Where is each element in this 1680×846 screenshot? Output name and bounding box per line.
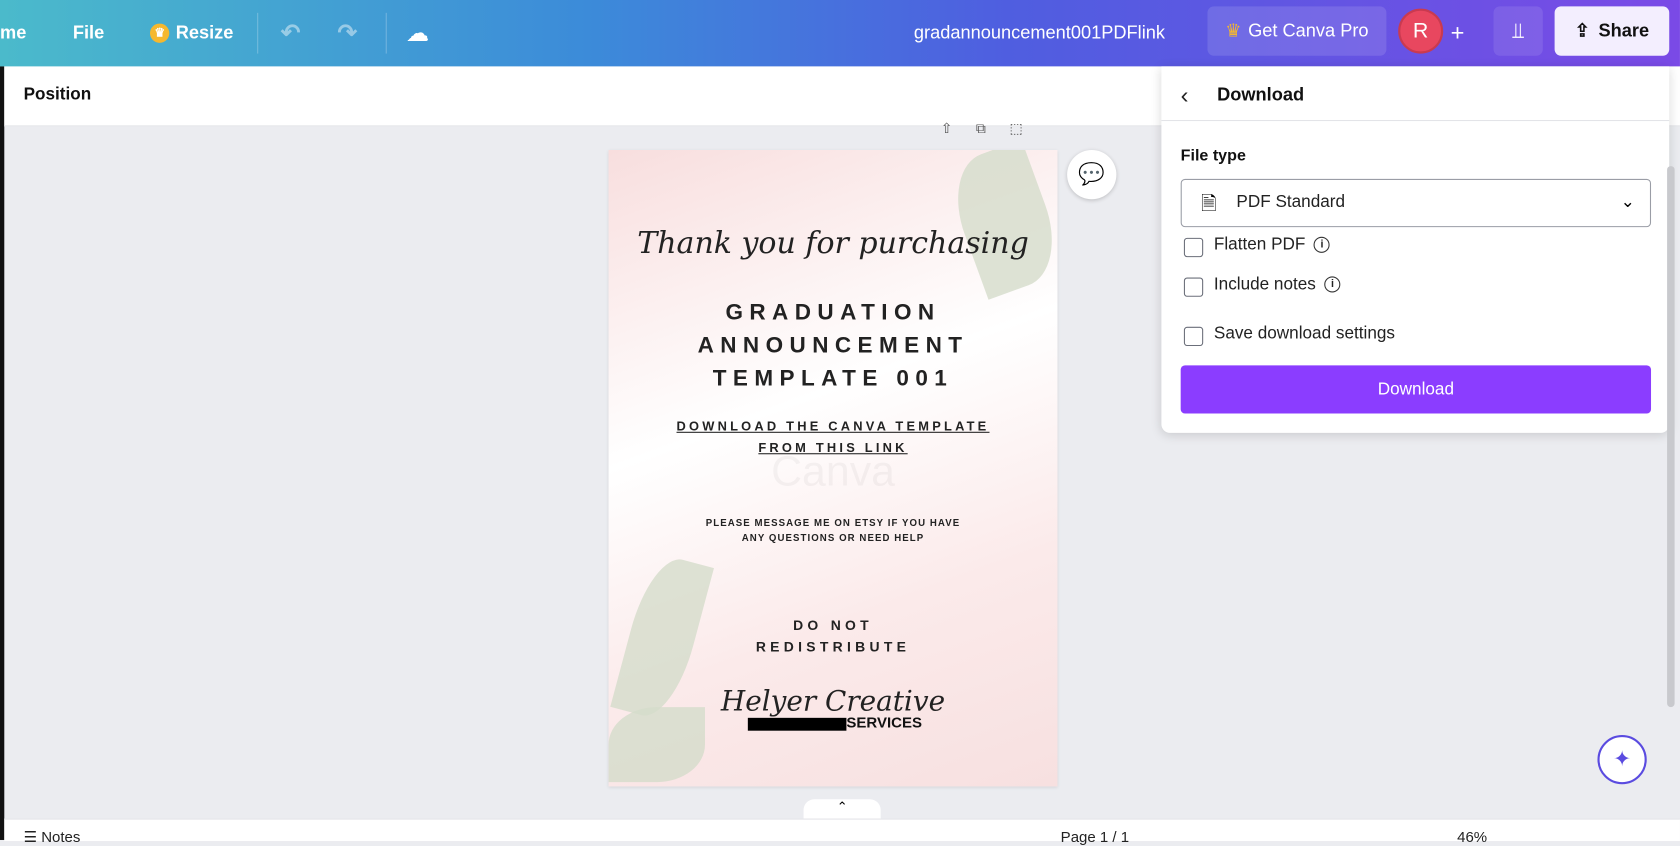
analytics-icon[interactable]: ⫫ [1493,6,1543,56]
chevron-down-icon: ⌄ [1620,192,1635,212]
brand-sub: SERVICES [846,713,922,731]
link-line: DOWNLOAD THE CANVA TEMPLATE [676,418,990,434]
flatten-pdf-checkbox[interactable] [1183,237,1204,258]
position-button[interactable]: Position [24,86,92,105]
message-line: ANY QUESTIONS OR NEED HELP [741,532,925,544]
message-line: PLEASE MESSAGE ME ON ETSY IF YOU HAVE [705,517,961,529]
warning-text: DO NOT REDISTRIBUTE [609,615,1058,658]
title-line: GRADUATION [725,299,941,325]
save-settings-checkbox[interactable] [1183,326,1204,347]
file-type-select[interactable]: 🗎 PDF Standard ⌄ [1180,178,1652,228]
include-notes-checkbox[interactable] [1183,277,1204,297]
top-bar: me File ♛ Resize ↶ ↷ ☁ gradannouncement00… [0,0,1680,67]
redo-icon[interactable]: ↷ [337,0,357,66]
flatten-pdf-label: Flatten PDF i [1214,236,1330,255]
brand-logo: Helyer Creative [720,685,946,718]
home-button[interactable]: me [0,0,26,66]
message-text: PLEASE MESSAGE ME ON ETSY IF YOU HAVE AN… [609,515,1058,545]
panel-title: Download [1217,84,1305,105]
avatar[interactable]: R [1398,8,1444,54]
document-icon: 🗎 [1201,192,1217,215]
title-line: ANNOUNCEMENT [697,333,969,358]
design-canvas[interactable]: Thank you for purchasing GRADUATION ANNO… [608,149,1058,787]
zoom-level[interactable]: 46% [1457,828,1487,845]
notes-button[interactable]: ☰ Notes [24,828,81,846]
download-panel: ‹ Download File type 🗎 PDF Standard ⌄ Fl… [1161,66,1670,433]
watermark: Canva [609,448,1058,496]
file-type-label: File type [1180,146,1246,165]
title-line: TEMPLATE 001 [712,366,954,392]
file-type-value: PDF Standard [1236,192,1346,212]
magic-assistant-icon[interactable]: ✦ [1597,734,1647,785]
bottom-bar: ☰ Notes Page 1 / 1 46% [4,818,1680,845]
undo-icon[interactable]: ↶ [281,0,301,66]
leaf-decoration [608,707,705,783]
crown-icon: ♛ [1225,20,1242,41]
info-icon[interactable]: i [1313,237,1330,254]
option-label: Flatten PDF [1213,235,1306,254]
add-collaborator-button[interactable]: + [1451,0,1465,66]
redaction-bar [747,717,847,731]
warning-line: DO NOT [793,617,873,634]
get-pro-button[interactable]: ♛ Get Canva Pro [1207,6,1387,56]
cloud-saved-icon[interactable]: ☁ [407,0,428,66]
download-button[interactable]: Download [1180,365,1652,414]
thank-you-script: Thank you for purchasing [637,224,1029,261]
warning-line: REDISTRIBUTE [755,638,911,655]
scrollbar[interactable] [1667,166,1675,708]
page-actions[interactable]: ⇧⧉⬚ [941,120,1046,137]
expand-pages-button[interactable]: ⌃ [803,799,881,819]
resize-button[interactable]: ♛ Resize [149,0,233,66]
poster-title: GRADUATION ANNOUNCEMENT TEMPLATE 001 [609,296,1058,396]
left-edge [0,66,5,840]
notes-label: Notes [41,828,81,846]
crown-icon: ♛ [149,23,170,43]
share-button[interactable]: ⇪ Share [1554,6,1670,56]
option-label: Include notes [1213,275,1316,294]
back-icon[interactable]: ‹ [1181,81,1189,109]
info-icon[interactable]: i [1324,276,1341,293]
upload-icon: ⇪ [1574,20,1590,41]
page-indicator[interactable]: Page 1 / 1 [1061,828,1129,845]
file-menu[interactable]: File [73,0,104,66]
include-notes-label: Include notes i [1214,275,1341,294]
save-settings-label: Save download settings [1213,324,1395,343]
add-comment-icon[interactable]: 💬 [1067,149,1117,200]
document-title[interactable]: gradannouncement001PDFlink [914,0,1165,66]
